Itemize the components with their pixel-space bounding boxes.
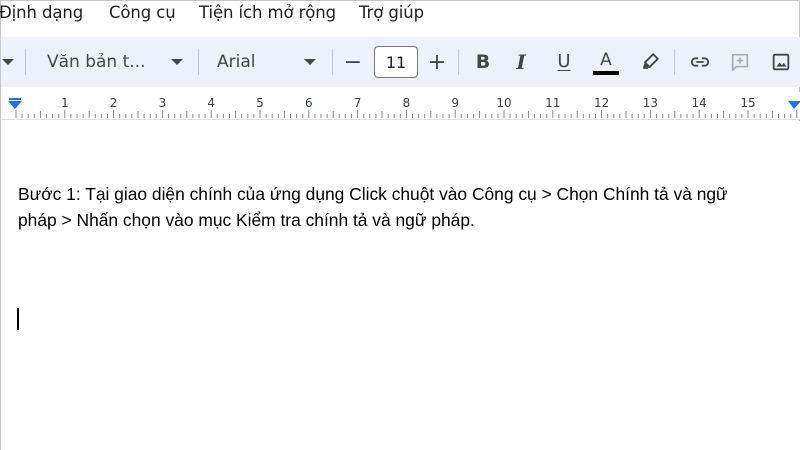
add-comment-icon (731, 53, 749, 72)
text-color-swatch (593, 71, 619, 75)
menu-cong-cu[interactable]: Công cụ (109, 3, 176, 22)
add-comment-button[interactable] (727, 49, 753, 75)
document-paragraph[interactable]: Bước 1: Tại giao diện chính của ứng dụng… (18, 181, 798, 233)
increase-font-size-button[interactable]: + (425, 47, 449, 77)
insert-link-button[interactable] (686, 49, 714, 75)
chevron-down-icon (2, 59, 14, 65)
toolbar-divider (198, 49, 199, 75)
font-family-label: Arial (217, 52, 256, 72)
ruler-ticks (8, 98, 800, 118)
toolbar-divider (25, 49, 26, 75)
decrease-font-size-button[interactable]: − (341, 47, 365, 77)
underline-button[interactable]: U (550, 47, 578, 75)
ruler-number: 5 (256, 96, 264, 110)
insert-image-button[interactable] (768, 49, 794, 75)
toolbar-divider (674, 49, 675, 75)
image-icon (772, 53, 790, 71)
text-cursor (17, 308, 19, 330)
text-color-icon: A (593, 51, 619, 75)
chevron-down-icon (171, 59, 183, 65)
right-indent-marker[interactable] (788, 101, 800, 109)
document-page[interactable]: Bước 1: Tại giao diện chính của ứng dụng… (1, 121, 800, 450)
italic-button[interactable]: I (507, 48, 535, 76)
link-icon (690, 57, 710, 67)
ruler-number: 9 (451, 96, 460, 110)
text-color-button[interactable]: A (589, 47, 623, 79)
ruler-number: 13 (642, 96, 659, 110)
menu-dinh-dang[interactable]: Định dạng (0, 3, 83, 22)
first-line-indent-marker[interactable] (9, 98, 21, 100)
text-color-letter: A (600, 50, 612, 70)
ruler-number: 11 (545, 96, 561, 110)
menu-tro-giup[interactable]: Trợ giúp (359, 3, 424, 22)
paragraph-style-dropdown[interactable]: Văn bản t... (41, 47, 191, 77)
ruler-number: 2 (109, 96, 118, 110)
highlighter-pen-icon (643, 53, 659, 69)
font-size-input[interactable]: 11 (374, 46, 418, 78)
toolbar-divider (332, 49, 333, 75)
chevron-down-icon (304, 59, 316, 65)
ruler-number: 10 (496, 96, 512, 110)
menu-bar: Định dạng Công cụ Tiện ích mở rộng Trợ g… (0, 1, 800, 27)
ruler-number: 4 (207, 96, 216, 110)
toolbar-divider (458, 49, 459, 75)
ruler-number: 7 (353, 96, 362, 110)
paragraph-style-label: Văn bản t... (47, 52, 146, 72)
paragraph-line-1: Bước 1: Tại giao diện chính của ứng dụng… (18, 184, 728, 204)
ruler-number: 14 (691, 96, 707, 110)
ruler-number: 12 (593, 96, 610, 110)
ruler-number: 6 (304, 96, 313, 110)
toolbar: Văn bản t... Arial − 11 + B I U A (1, 37, 800, 87)
menu-tien-ich[interactable]: Tiện ích mở rộng (199, 3, 336, 22)
paragraph-line-2: pháp > Nhấn chọn vào mục Kiểm tra chính … (18, 210, 475, 230)
font-family-dropdown[interactable]: Arial (209, 47, 324, 77)
ruler-number: 3 (158, 96, 167, 110)
zoom-dropdown-caret[interactable] (1, 56, 15, 68)
bold-button[interactable]: B (469, 48, 497, 76)
left-indent-marker[interactable] (8, 101, 22, 109)
ruler-number: 1 (60, 96, 69, 110)
ruler-number: 15 (740, 96, 756, 110)
ruler-number: 8 (402, 96, 411, 110)
ruler: 1 2 3 4 5 6 7 8 9 10 11 12 13 14 15 (1, 92, 800, 120)
highlight-color-button[interactable] (637, 49, 663, 75)
